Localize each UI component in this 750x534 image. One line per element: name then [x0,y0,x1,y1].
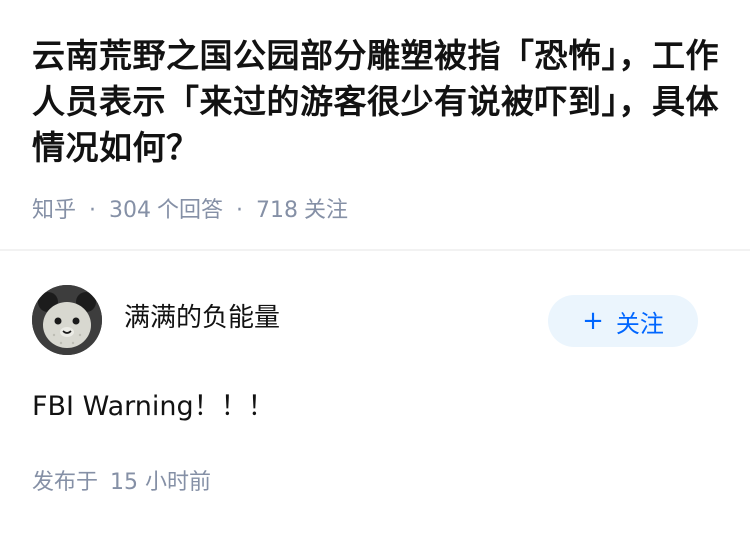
follow-button-label: 关注 [615,309,664,338]
answer-count-label: 个回答 [157,198,224,223]
answer-content[interactable]: FBI Warning！！！ [32,389,275,425]
panda-avatar-icon [32,285,102,355]
answer-author-bar: 满满的负能量 + 关注 [32,285,718,355]
section-divider [0,249,750,251]
question-meta: 知乎 · 304 个回答 · 718 关注 [32,197,348,225]
follower-count: 718 [256,198,299,223]
published-label: 发布于 [32,470,99,495]
question-header: 云南荒野之国公园部分雕塑被指「恐怖」，工作人员表示「来过的游客很少有说被吓到」，… [0,0,750,249]
answer-meta: 发布于 15 小时前 [32,468,211,498]
answer-count: 304 [109,198,152,223]
follower-count-label: 关注 [304,198,349,223]
author-name[interactable]: 满满的负能量 [124,301,280,335]
source-label[interactable]: 知乎 [32,198,76,223]
meta-separator: · [236,198,244,223]
question-title[interactable]: 云南荒野之国公园部分雕塑被指「恐怖」，工作人员表示「来过的游客很少有说被吓到」，… [32,33,722,171]
published-time: 15 小时前 [110,470,212,495]
meta-separator: · [89,198,97,223]
plus-icon: + [582,306,604,336]
author-avatar[interactable] [32,285,102,355]
follow-button[interactable]: + 关注 [548,295,698,347]
